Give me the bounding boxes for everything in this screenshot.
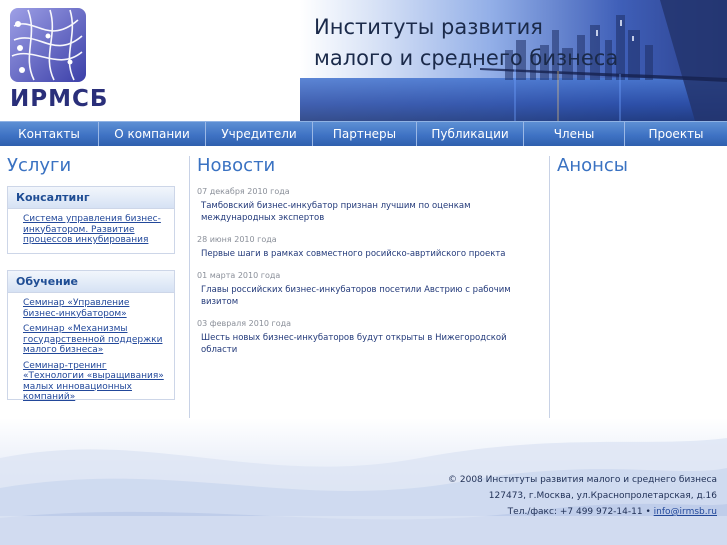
column-divider [189, 156, 190, 418]
training-box: Обучение Семинар «Управление бизнес-инку… [7, 270, 175, 403]
column-divider [549, 156, 550, 418]
services-heading: Услуги [7, 155, 72, 176]
nav-item-founders[interactable]: Учредители [206, 122, 313, 146]
consulting-title: Консалтинг [8, 187, 174, 209]
nav-item-projects[interactable]: Проекты [625, 122, 727, 146]
news-date: 07 декабря 2010 года [197, 187, 290, 196]
footer-copyright: © 2008 Институты развития малого и средн… [448, 475, 717, 485]
training-link-1[interactable]: Семинар «Управление бизнес-инкубатором» [23, 298, 166, 319]
news-heading: Новости [197, 155, 276, 176]
nav-item-about[interactable]: О компании [99, 122, 206, 146]
nav-item-members[interactable]: Члены [524, 122, 625, 146]
footer-email-link[interactable]: info@irmsb.ru [654, 507, 717, 517]
news-date: 01 марта 2010 года [197, 271, 281, 280]
news-link[interactable]: Главы российских бизнес-инкубаторов посе… [201, 284, 531, 308]
nav-item-contacts[interactable]: Контакты [0, 122, 99, 146]
news-date: 03 февраля 2010 года [197, 319, 292, 328]
training-title: Обучение [8, 271, 174, 293]
site-title: Институты развития малого и среднего биз… [314, 12, 618, 74]
training-link-2[interactable]: Семинар «Механизмы государственной подде… [23, 324, 166, 356]
nav-item-publications[interactable]: Публикации [417, 122, 524, 146]
news-link[interactable]: Тамбовский бизнес-инкубатор признан лучш… [201, 200, 531, 224]
footer-contacts: Тел./факс: +7 499 972-14-11 • info@irmsb… [448, 504, 717, 520]
site-title-line1: Институты развития [314, 15, 543, 39]
consulting-link[interactable]: Система управления бизнес-инкубатором. Р… [23, 214, 166, 246]
footer-address: 127473, г.Москва, ул.Краснопролетарская,… [488, 491, 717, 501]
header: ИРМСБ Институты развития малого и средне… [0, 0, 727, 121]
site-title-line2: малого и среднего бизнеса [314, 46, 619, 70]
logo-text: ИРМСБ [10, 86, 109, 112]
consulting-box: Консалтинг Система управления бизнес-инк… [7, 186, 175, 254]
announcements-heading: Анонсы [557, 155, 628, 176]
irmsb-logo[interactable]: ИРМСБ [8, 6, 107, 114]
news-link[interactable]: Первые шаги в рамках совместного росийск… [201, 248, 531, 260]
main-nav: Контакты О компании Учредители Партнеры … [0, 121, 727, 146]
footer-phone: Тел./факс: +7 499 972-14-11 • [507, 507, 651, 517]
training-link-3[interactable]: Семинар-тренинг «Технологии «выращивания… [23, 361, 166, 403]
news-date: 28 июня 2010 года [197, 235, 277, 244]
footer-info: © 2008 Институты развития малого и средн… [448, 472, 717, 520]
nav-item-partners[interactable]: Партнеры [313, 122, 417, 146]
news-link[interactable]: Шесть новых бизнес-инкубаторов будут отк… [201, 332, 531, 356]
